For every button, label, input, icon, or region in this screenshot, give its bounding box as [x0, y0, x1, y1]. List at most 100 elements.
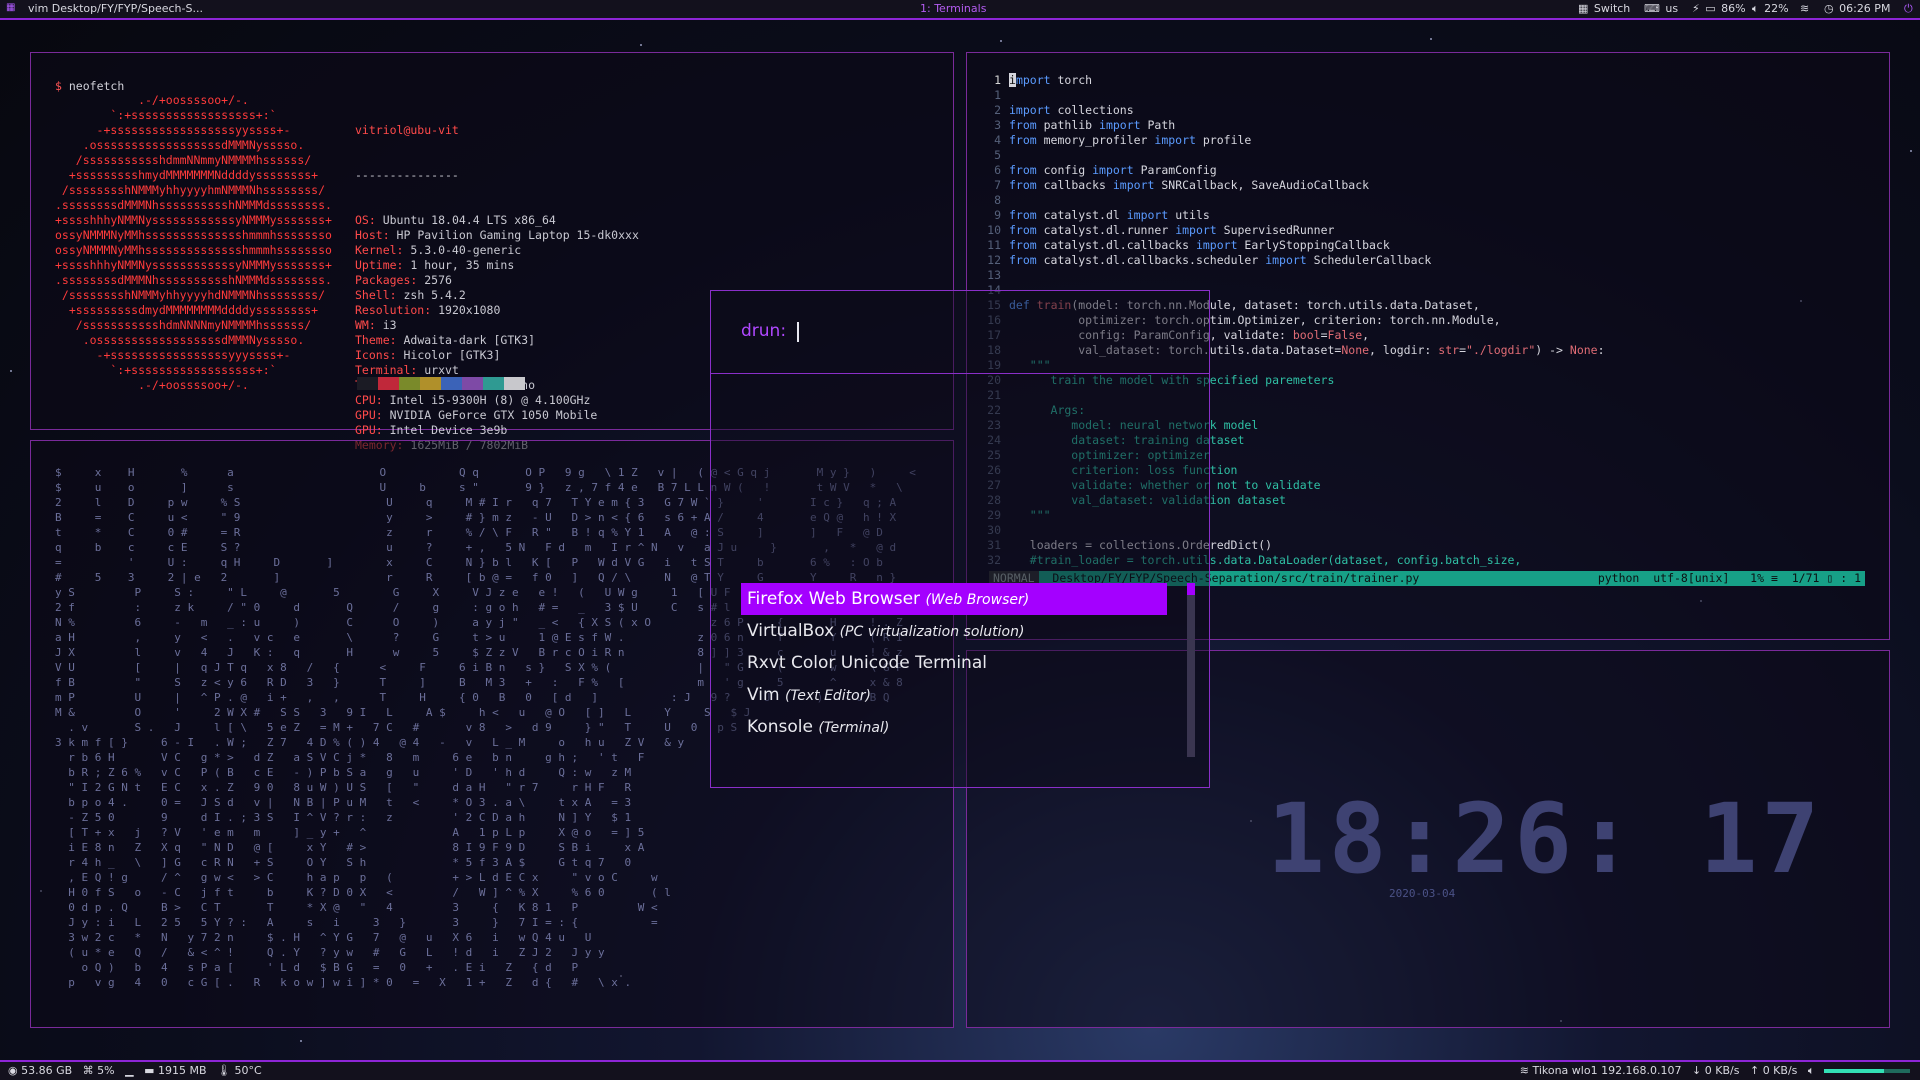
workspace-indicator[interactable]: 1: Terminals [920, 2, 986, 15]
time-label: 06:26 PM [1839, 2, 1891, 15]
launcher-item[interactable]: VirtualBox (PC virtualization solution) [741, 615, 1167, 647]
download-icon: ↓ [1692, 1064, 1702, 1077]
code-token: import [1126, 208, 1169, 222]
launcher-item-description: (PC virtualization solution) [839, 624, 1025, 640]
code-line: 3 from pathlib import Path [979, 118, 1605, 133]
clock-icon: ◷ [1824, 2, 1834, 15]
user-host: vitriol@ubu-vit [355, 123, 459, 137]
cpu-label: 5% [97, 1064, 115, 1077]
launcher-item[interactable]: Vim (Text Editor) [741, 679, 1167, 711]
code-token: = [1320, 328, 1328, 342]
focused-window-title: vim Desktop/FY/FYP/Speech-S... [28, 2, 203, 15]
info-key: GPU: [355, 408, 390, 422]
code-token: import [1265, 253, 1307, 267]
upload-icon: ↑ [1749, 1064, 1760, 1077]
launcher-scrollbar[interactable] [1187, 583, 1195, 757]
palette-swatch [504, 377, 525, 390]
battery-widget[interactable]: ⚡ ▭ 86% [1692, 2, 1748, 15]
volume-widget[interactable]: 🔈︎ 22% [1752, 2, 1791, 16]
temperature-icon: 🌡︎ [217, 1064, 231, 1077]
info-line: Uptime: 1 hour, 35 mins [355, 258, 639, 273]
info-value: zsh 5.4.2 [403, 288, 466, 302]
cpu-graph-icon: ▁ [125, 1064, 134, 1077]
clock-widget[interactable]: ◷ 06:26 PM [1824, 2, 1892, 15]
info-key: Resolution: [355, 303, 439, 317]
palette-swatch [357, 377, 378, 390]
line-number: 11 [987, 238, 1001, 252]
info-line: Resolution: 1920x1080 [355, 303, 639, 318]
launcher-item-description: (Terminal) [818, 720, 890, 736]
code-token: , [1362, 328, 1370, 342]
volume-slider[interactable] [1824, 1069, 1910, 1073]
temperature-label: 50°C [234, 1064, 262, 1077]
star [1910, 150, 1912, 152]
launcher-results-list[interactable]: Firefox Web Browser (Web Browser) Virtual… [741, 583, 1167, 743]
code-token: from [1009, 118, 1037, 132]
info-line: GPU: Intel Device 3e9b [355, 423, 639, 438]
launcher-item[interactable]: Firefox Web Browser (Web Browser) [741, 583, 1167, 615]
text-cursor: i [1009, 73, 1016, 87]
line-number: 13 [987, 268, 1001, 282]
power-icon[interactable]: ⏻ [1904, 2, 1913, 16]
code-token: catalyst.dl [1036, 208, 1127, 222]
code-token: str [1438, 343, 1460, 357]
wifi-icon[interactable]: ≋ [1800, 2, 1809, 15]
code-token: config [1036, 163, 1093, 177]
code-token: , logdir: [1369, 343, 1439, 357]
info-line: OS: Ubuntu 18.04.4 LTS x86_64 [355, 213, 639, 228]
code-line: 8 [979, 193, 1605, 208]
info-key: CPU: [355, 393, 390, 407]
launcher-item[interactable]: Rxvt Color Unicode Terminal [741, 647, 1167, 679]
cpu-icon: ⌘ [82, 1064, 94, 1077]
top-status-bar: ▦ vim Desktop/FY/FYP/Speech-S... 1: Term… [0, 0, 1920, 20]
system-info: vitriol@ubu-vit --------------- OS: Ubun… [355, 93, 639, 483]
code-line: 6 from config import ParamConfig [979, 163, 1605, 178]
palette-swatch [441, 377, 462, 390]
code-token: from [1009, 133, 1037, 147]
info-value: NVIDIA GeForce GTX 1050 Mobile [389, 408, 598, 422]
keyboard-layout[interactable]: ⌨ us [1644, 2, 1680, 15]
code-token: import [1175, 223, 1217, 237]
code-token: utils [1168, 208, 1210, 222]
info-value: Intel Device 3e9b [389, 423, 508, 437]
info-key: WM: [355, 318, 383, 332]
line-number: 1 [994, 88, 1001, 102]
info-value: Hicolor [GTK3] [403, 348, 501, 362]
line-number: 9 [994, 208, 1001, 222]
info-key: Terminal: [355, 363, 425, 377]
app-launcher-dialog[interactable]: drun: Firefox Web Browser (Web Browser) V… [710, 290, 1210, 788]
code-line: 12 from catalyst.dl.callbacks.scheduler i… [979, 253, 1605, 268]
line-number: 12 [987, 253, 1001, 267]
info-key: GPU: [355, 423, 390, 437]
code-token: pathlib [1036, 118, 1100, 132]
palette-swatch [420, 377, 441, 390]
vim-position: 1/71 [1791, 571, 1820, 585]
launcher-input-row[interactable]: drun: [711, 291, 1209, 374]
grid-icon[interactable]: ▦ [6, 3, 16, 13]
code-line: 2 import collections [979, 103, 1605, 118]
ram-label: 1915 MB [158, 1064, 207, 1077]
scrollbar-thumb[interactable] [1187, 583, 1195, 595]
speaker-icon: 🔈︎ [1752, 2, 1759, 15]
code-line: 7 from callbacks import SNRCallback, Save… [979, 178, 1605, 193]
code-token: from [1009, 208, 1037, 222]
code-token: memory_profiler [1036, 133, 1155, 147]
info-key: Packages: [355, 273, 425, 287]
code-token: ParamConfig [1133, 163, 1217, 177]
palette-swatch [399, 377, 420, 390]
network-label[interactable]: Tikona wlo1 192.168.0.107 [1532, 1064, 1681, 1077]
code-token: EarlyStoppingCallback [1237, 238, 1390, 252]
battery-label: 86% [1721, 2, 1746, 15]
switch-widget[interactable]: ▦ Switch [1578, 2, 1632, 15]
launcher-item[interactable]: Konsole (Terminal) [741, 711, 1167, 743]
code-token: : [1597, 343, 1605, 357]
launcher-item-description: (Web Browser) [925, 592, 1030, 608]
code-token: import [1009, 103, 1051, 117]
vim-percent: 1% [1750, 571, 1765, 585]
info-line: Packages: 2576 [355, 273, 639, 288]
ubuntu-ascii-logo: .-/+oossssoo+/-. `:+ssssssssssssssssss+:… [55, 93, 332, 392]
star [300, 1040, 302, 1042]
info-key: Kernel: [355, 243, 411, 257]
code-token: ) -> [1535, 343, 1570, 357]
line-number: 10 [987, 223, 1001, 237]
